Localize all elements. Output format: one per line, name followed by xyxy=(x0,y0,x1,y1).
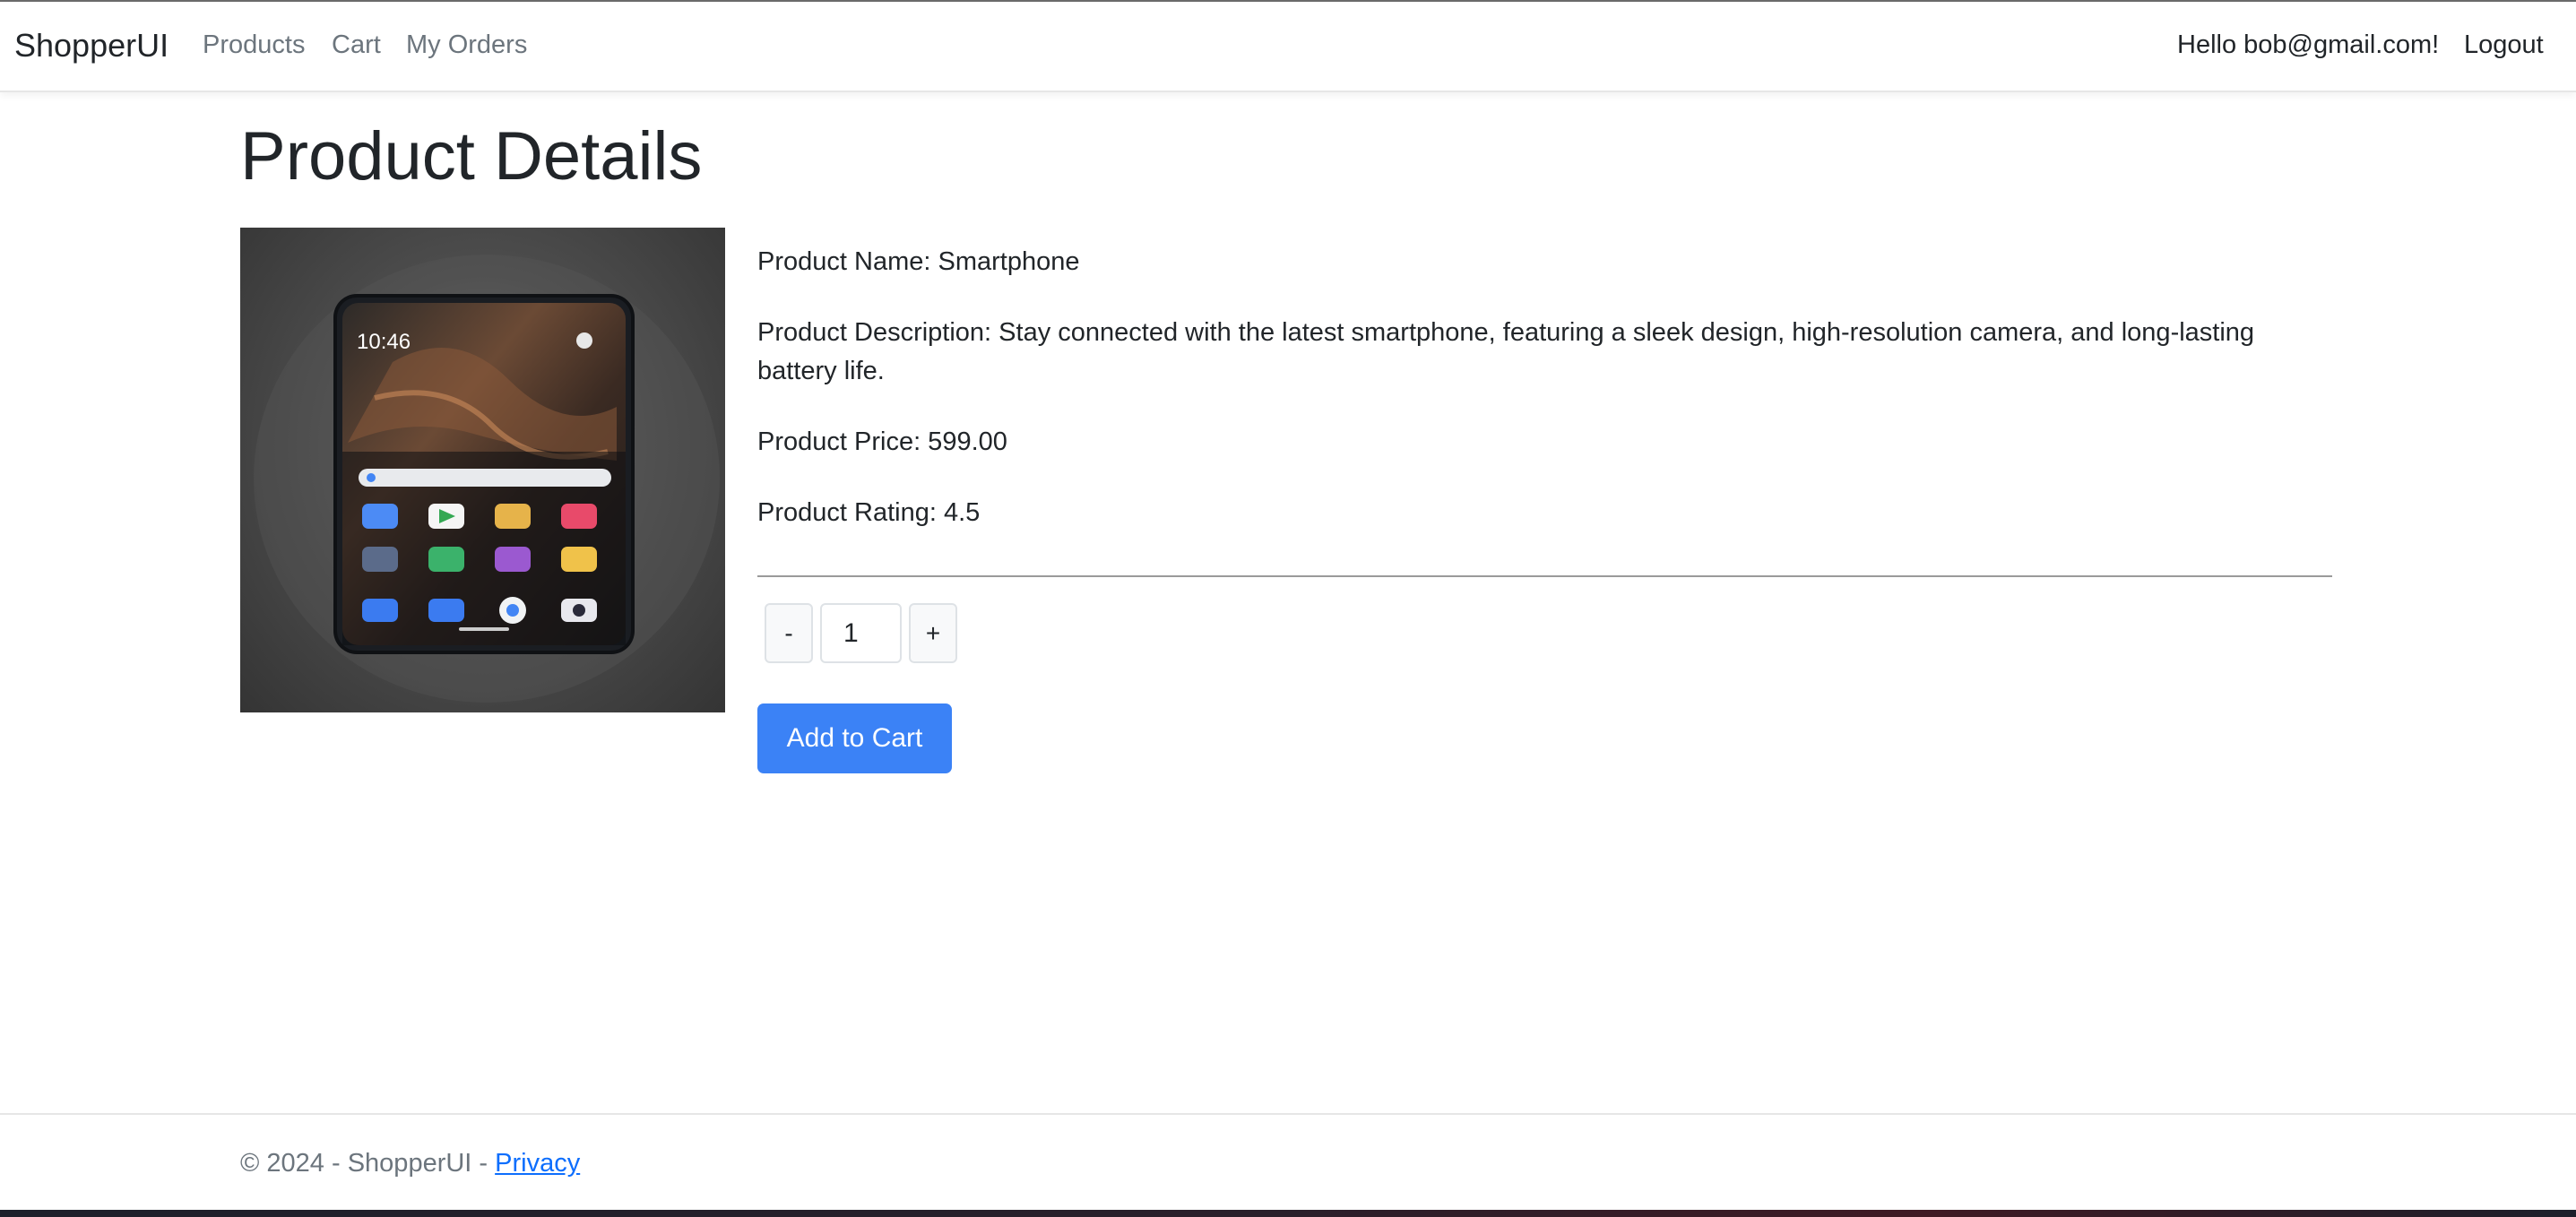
page-footer: © 2024 - ShopperUI - Privacy xyxy=(0,1113,2576,1212)
product-description: Product Description: Stay connected with… xyxy=(757,318,2255,385)
user-greeting-link[interactable]: Hello bob@gmail.com! xyxy=(2177,30,2439,60)
nav-link-my-orders[interactable]: My Orders xyxy=(406,30,527,60)
brand-link[interactable]: ShopperUI xyxy=(14,27,169,65)
top-navbar: ShopperUI Products Cart My Orders Hello … xyxy=(0,2,2576,92)
window-bottom-border xyxy=(0,1210,2576,1217)
footer-text: © 2024 - ShopperUI - Privacy xyxy=(240,1149,580,1178)
quantity-increment-button[interactable]: + xyxy=(909,603,957,663)
nav-link-cart[interactable]: Cart xyxy=(332,30,381,60)
privacy-link[interactable]: Privacy xyxy=(495,1149,580,1178)
nav-link-products[interactable]: Products xyxy=(203,30,305,60)
smartphone-image: 10:46 xyxy=(254,255,720,703)
footer-copyright: © 2024 - ShopperUI - xyxy=(240,1149,496,1178)
page-title: Product Details xyxy=(240,118,703,194)
add-to-cart-button[interactable]: Add to Cart xyxy=(757,703,952,773)
product-rating: Product Rating: 4.5 xyxy=(757,498,981,527)
product-price: Product Price: 599.00 xyxy=(757,427,1007,456)
quantity-input[interactable] xyxy=(820,603,902,663)
product-name: Product Name: Smartphone xyxy=(757,247,1080,276)
logout-link[interactable]: Logout xyxy=(2464,30,2544,60)
phone-clock-text: 10:46 xyxy=(357,330,411,354)
details-divider xyxy=(757,575,2332,577)
product-image: 10:46 xyxy=(240,228,725,712)
quantity-decrement-button[interactable]: - xyxy=(765,603,813,663)
